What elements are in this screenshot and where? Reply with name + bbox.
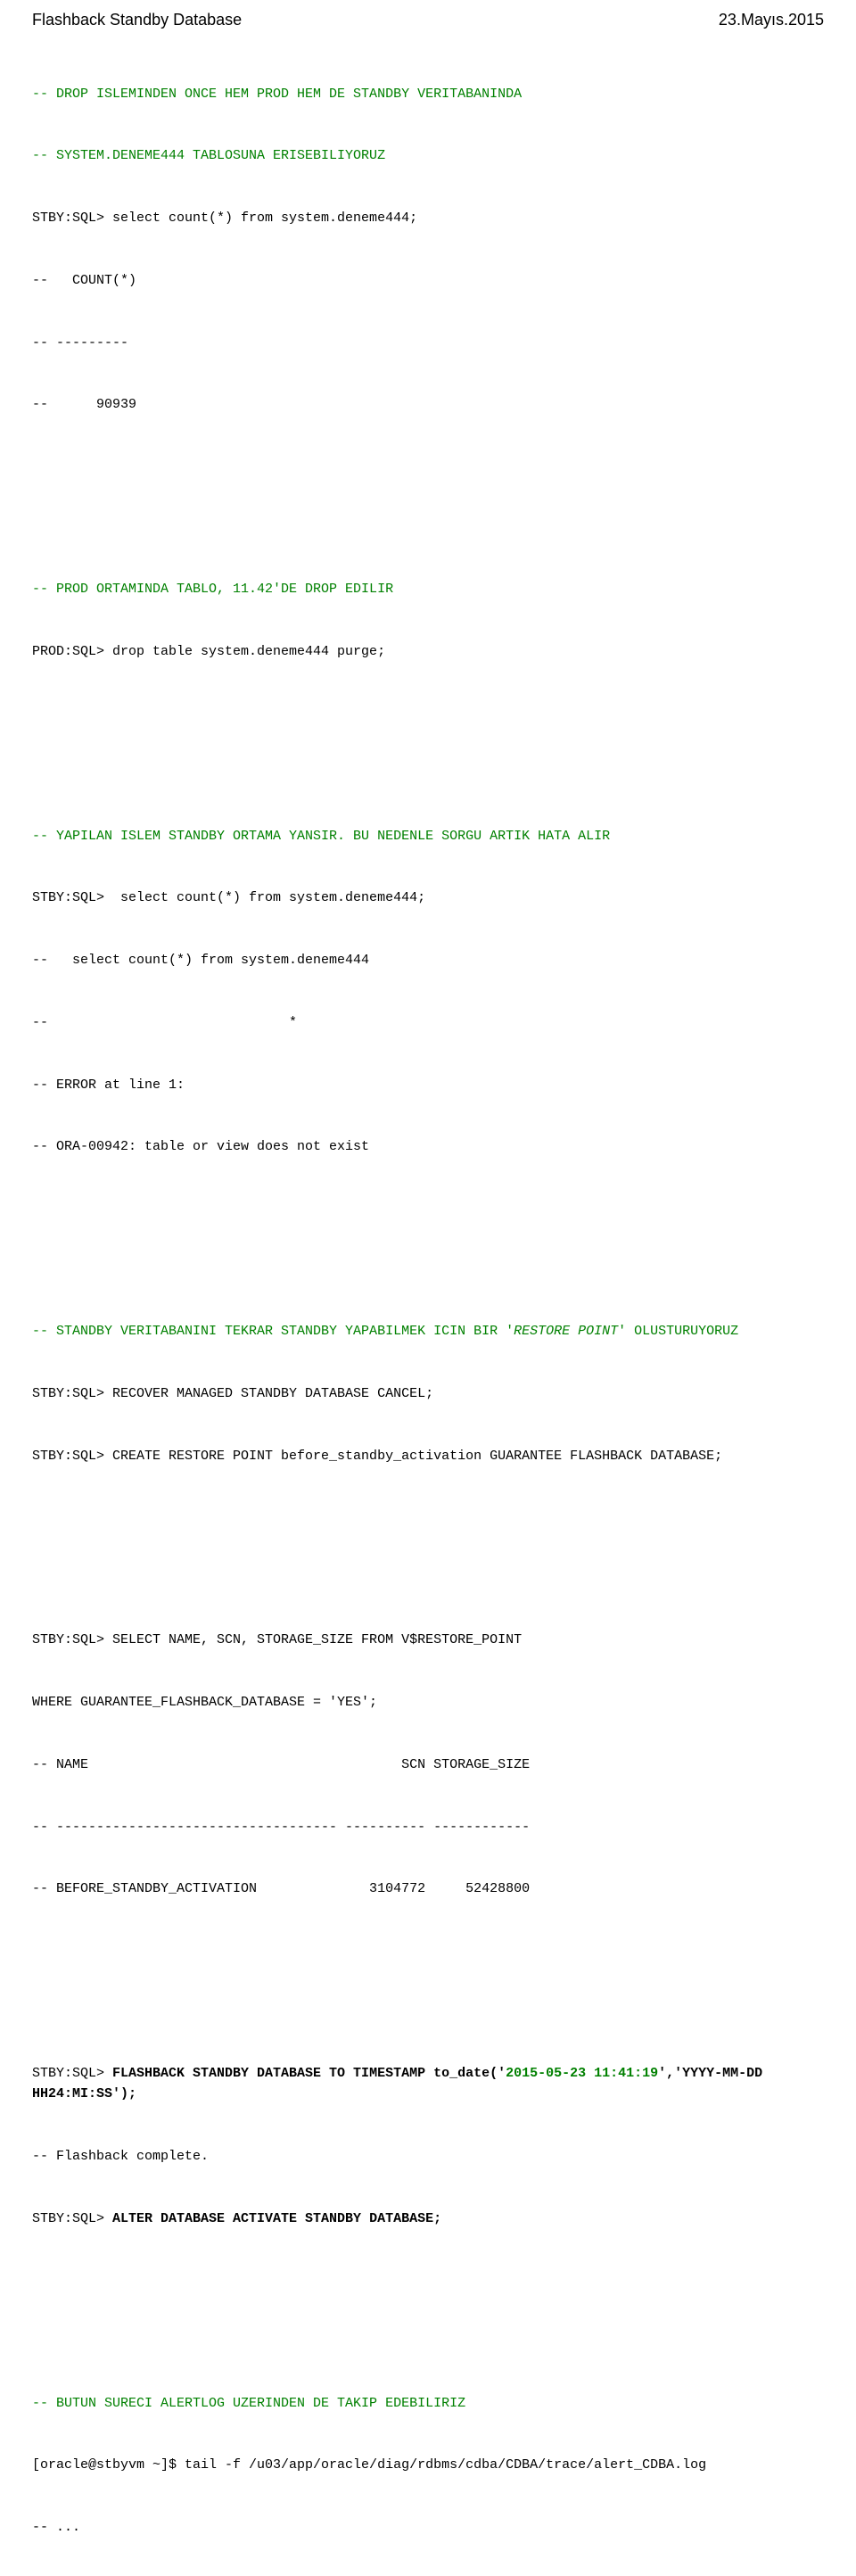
comment-line: -- DROP ISLEMINDEN ONCE HEM PROD HEM DE …	[32, 84, 824, 104]
shell-line: [oracle@stbyvm ~]$ tail -f /u03/app/orac…	[32, 2455, 824, 2475]
spacer	[32, 477, 824, 516]
sql-line: STBY:SQL> RECOVER MANAGED STANDBY DATABA…	[32, 1383, 824, 1404]
sql-line: STBY:SQL> select count(*) from system.de…	[32, 208, 824, 228]
sql-line: PROD:SQL> drop table system.deneme444 pu…	[32, 641, 824, 662]
output-line: -- NAME SCN STORAGE_SIZE	[32, 1754, 824, 1775]
code-block: -- DROP ISLEMINDEN ONCE HEM PROD HEM DE …	[32, 42, 824, 2576]
comment-line: -- PROD ORTAMINDA TABLO, 11.42'DE DROP E…	[32, 579, 824, 599]
comment-text: -- STANDBY VERITABANINI TEKRAR STANDBY Y…	[32, 1324, 514, 1339]
output-line: -- Flashback complete.	[32, 2146, 824, 2167]
spacer	[32, 2291, 824, 2331]
comment-line: -- SYSTEM.DENEME444 TABLOSUNA ERISEBILIY…	[32, 145, 824, 166]
comment-text: ' OLUSTURUYORUZ	[618, 1324, 738, 1339]
comment-line: -- STANDBY VERITABANINI TEKRAR STANDBY Y…	[32, 1321, 824, 1342]
header-right: 23.Mayıs.2015	[719, 11, 824, 29]
output-line: -- select count(*) from system.deneme444	[32, 950, 824, 970]
output-line: -- ...	[32, 2517, 824, 2538]
spacer	[32, 1961, 824, 2001]
output-line: -- ---------	[32, 333, 824, 353]
sql-bold: ALTER DATABASE ACTIVATE STANDBY DATABASE…	[112, 2211, 441, 2226]
output-line: -- BEFORE_STANDBY_ACTIVATION 3104772 524…	[32, 1878, 824, 1899]
prompt-text: STBY:SQL>	[32, 2066, 112, 2081]
output-line: -- *	[32, 1012, 824, 1033]
spacer	[32, 724, 824, 764]
spacer	[32, 1529, 824, 1568]
page-header: Flashback Standby Database 23.Mayıs.2015	[32, 11, 824, 29]
sql-line: STBY:SQL> FLASHBACK STANDBY DATABASE TO …	[32, 2063, 824, 2105]
sql-line: WHERE GUARANTEE_FLASHBACK_DATABASE = 'YE…	[32, 1692, 824, 1713]
sql-line: STBY:SQL> CREATE RESTORE POINT before_st…	[32, 1446, 824, 1466]
comment-line: -- YAPILAN ISLEM STANDBY ORTAMA YANSIR. …	[32, 826, 824, 846]
output-line: -- COUNT(*)	[32, 270, 824, 291]
sql-bold-date: 2015-05-23 11:41:19	[506, 2066, 658, 2081]
comment-emphasis: RESTORE POINT	[514, 1324, 618, 1339]
header-left: Flashback Standby Database	[32, 11, 242, 29]
sql-bold: FLASHBACK STANDBY DATABASE TO TIMESTAMP …	[112, 2066, 506, 2081]
sql-line: STBY:SQL> ALTER DATABASE ACTIVATE STANDB…	[32, 2209, 824, 2229]
output-line: -- ERROR at line 1:	[32, 1075, 824, 1095]
output-line: -- ----------------------------------- -…	[32, 1817, 824, 1837]
sql-line: STBY:SQL> SELECT NAME, SCN, STORAGE_SIZE…	[32, 1630, 824, 1650]
spacer	[32, 1219, 824, 1259]
prompt-text: STBY:SQL>	[32, 2211, 112, 2226]
document-page: Flashback Standby Database 23.Mayıs.2015…	[0, 0, 856, 2576]
sql-line: STBY:SQL> select count(*) from system.de…	[32, 888, 824, 908]
output-line: -- ORA-00942: table or view does not exi…	[32, 1136, 824, 1157]
output-line: -- 90939	[32, 394, 824, 415]
comment-line: -- BUTUN SURECI ALERTLOG UZERINDEN DE TA…	[32, 2393, 824, 2414]
